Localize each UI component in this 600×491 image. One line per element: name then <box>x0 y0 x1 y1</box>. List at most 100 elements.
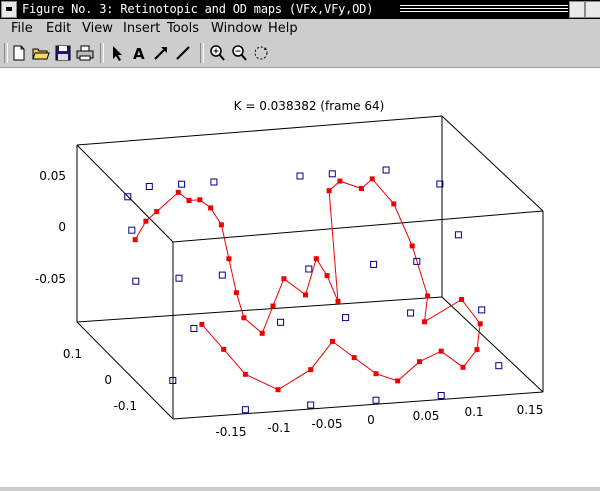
axes-box <box>76 115 544 420</box>
y-tick-label: -0.1 <box>114 399 137 413</box>
red-series-point <box>259 330 265 336</box>
red-series-point <box>335 298 341 304</box>
red-series-point <box>391 201 397 207</box>
red-series-point <box>477 321 483 327</box>
red-series-point <box>275 387 281 393</box>
red-series-point <box>308 367 314 373</box>
blue-series-point <box>437 392 445 399</box>
z-tick-label: 0.05 <box>39 169 66 183</box>
red-series-point <box>242 371 248 377</box>
red-series-point <box>395 378 401 384</box>
red-series-point <box>197 197 203 203</box>
plot-area[interactable]: K = 0.038382 (frame 64) 0.05 0 -0.05 0.1 0 -0… <box>0 68 600 487</box>
menu-edit[interactable]: Edit <box>46 20 71 38</box>
maximize-button[interactable] <box>585 1 600 18</box>
insert-text-icon[interactable]: A <box>130 44 148 62</box>
red-series <box>132 176 483 393</box>
menu-insert[interactable]: Insert <box>123 20 160 38</box>
menu-view[interactable]: View <box>82 20 113 38</box>
red-series-point <box>143 218 149 224</box>
minimize-button[interactable] <box>569 1 585 18</box>
red-series-point <box>438 348 444 354</box>
title-bar-grip[interactable] <box>400 5 568 14</box>
blue-series-point <box>175 274 183 282</box>
select-arrow-icon[interactable] <box>108 44 126 62</box>
red-series-point <box>369 176 375 182</box>
red-series-point <box>208 205 214 211</box>
window-menu-button[interactable] <box>1 1 17 18</box>
y-tick-label: 0.1 <box>63 347 82 361</box>
toolbar-separator <box>200 43 204 63</box>
x-tick-label: 0.05 <box>413 409 440 423</box>
menu-window[interactable]: Window <box>211 20 262 38</box>
blue-series-point <box>190 325 198 332</box>
save-icon[interactable] <box>54 44 72 62</box>
window-title: Figure No. 3: Retinotopic and OD maps (V… <box>22 2 374 16</box>
red-series-point <box>460 364 466 370</box>
axis-box-edge <box>441 115 544 212</box>
figure-window: Figure No. 3: Retinotopic and OD maps (V… <box>0 0 600 487</box>
blue-series-point <box>342 314 350 322</box>
red-series-point <box>417 359 422 365</box>
z-tick-label: 0 <box>58 220 66 234</box>
blue-series <box>124 166 503 414</box>
axis-box-edge <box>172 391 544 420</box>
menu-tools[interactable]: Tools <box>167 20 199 38</box>
blue-series-point <box>495 362 503 370</box>
svg-text:A: A <box>133 45 145 62</box>
x-tick-label: 0.1 <box>464 405 483 419</box>
red-series-point <box>330 338 335 344</box>
axis-box-edge <box>172 210 544 243</box>
x-tick-label: -0.15 <box>215 425 246 439</box>
red-series-point <box>351 355 357 361</box>
toolbar: A <box>0 40 600 68</box>
menu-bar: File Edit View Insert Tools Window Help <box>0 19 600 40</box>
blue-series-point <box>372 396 380 404</box>
red-series-point <box>337 178 343 184</box>
blue-series-point <box>210 178 218 186</box>
blue-series-point <box>145 183 153 190</box>
x-tick-label: -0.05 <box>311 417 342 431</box>
red-series-point <box>281 276 287 282</box>
rotate-3d-icon[interactable] <box>252 44 270 62</box>
red-series-point <box>358 186 364 191</box>
insert-line-icon[interactable] <box>174 44 192 62</box>
blue-series-point <box>277 318 285 326</box>
red-series-point <box>221 346 227 352</box>
red-series-point <box>425 293 431 299</box>
z-tick-label: -0.05 <box>35 272 66 286</box>
red-series-point <box>175 189 181 195</box>
red-series-point <box>324 273 330 279</box>
open-folder-icon[interactable] <box>32 44 50 62</box>
blue-series-point <box>178 180 186 188</box>
menu-file[interactable]: File <box>11 20 33 38</box>
insert-arrow-icon[interactable] <box>152 44 170 62</box>
zoom-out-icon[interactable] <box>230 44 248 62</box>
blue-series-point <box>305 265 313 273</box>
zoom-in-icon[interactable] <box>208 44 226 62</box>
red-series-point <box>459 297 465 302</box>
red-series-point <box>226 256 232 262</box>
x-tick-label: -0.1 <box>267 421 290 435</box>
red-series-point <box>303 292 308 298</box>
x-tick-label: 0.15 <box>517 403 544 417</box>
toolbar-separator <box>4 43 8 63</box>
title-bar: Figure No. 3: Retinotopic and OD maps (V… <box>0 0 600 19</box>
blue-series-point <box>307 401 315 409</box>
red-series-point <box>218 222 224 228</box>
print-icon[interactable] <box>76 44 94 62</box>
menu-help[interactable]: Help <box>268 20 298 38</box>
red-series-point <box>154 209 160 215</box>
red-series-point <box>233 290 239 296</box>
blue-series-point <box>382 166 390 174</box>
new-file-icon[interactable] <box>10 44 28 62</box>
blue-series-point <box>370 260 378 268</box>
red-series-line <box>134 178 481 391</box>
red-series-point <box>199 321 205 327</box>
x-tick-label: 0 <box>367 413 375 427</box>
blue-series-point <box>218 271 226 279</box>
chart-title: K = 0.038382 (frame 64) <box>234 99 385 113</box>
3d-chart[interactable]: K = 0.038382 (frame 64) 0.05 0 -0.05 0.1 0 -0… <box>0 68 600 487</box>
red-series-point <box>474 347 480 353</box>
blue-series-point <box>241 406 249 414</box>
